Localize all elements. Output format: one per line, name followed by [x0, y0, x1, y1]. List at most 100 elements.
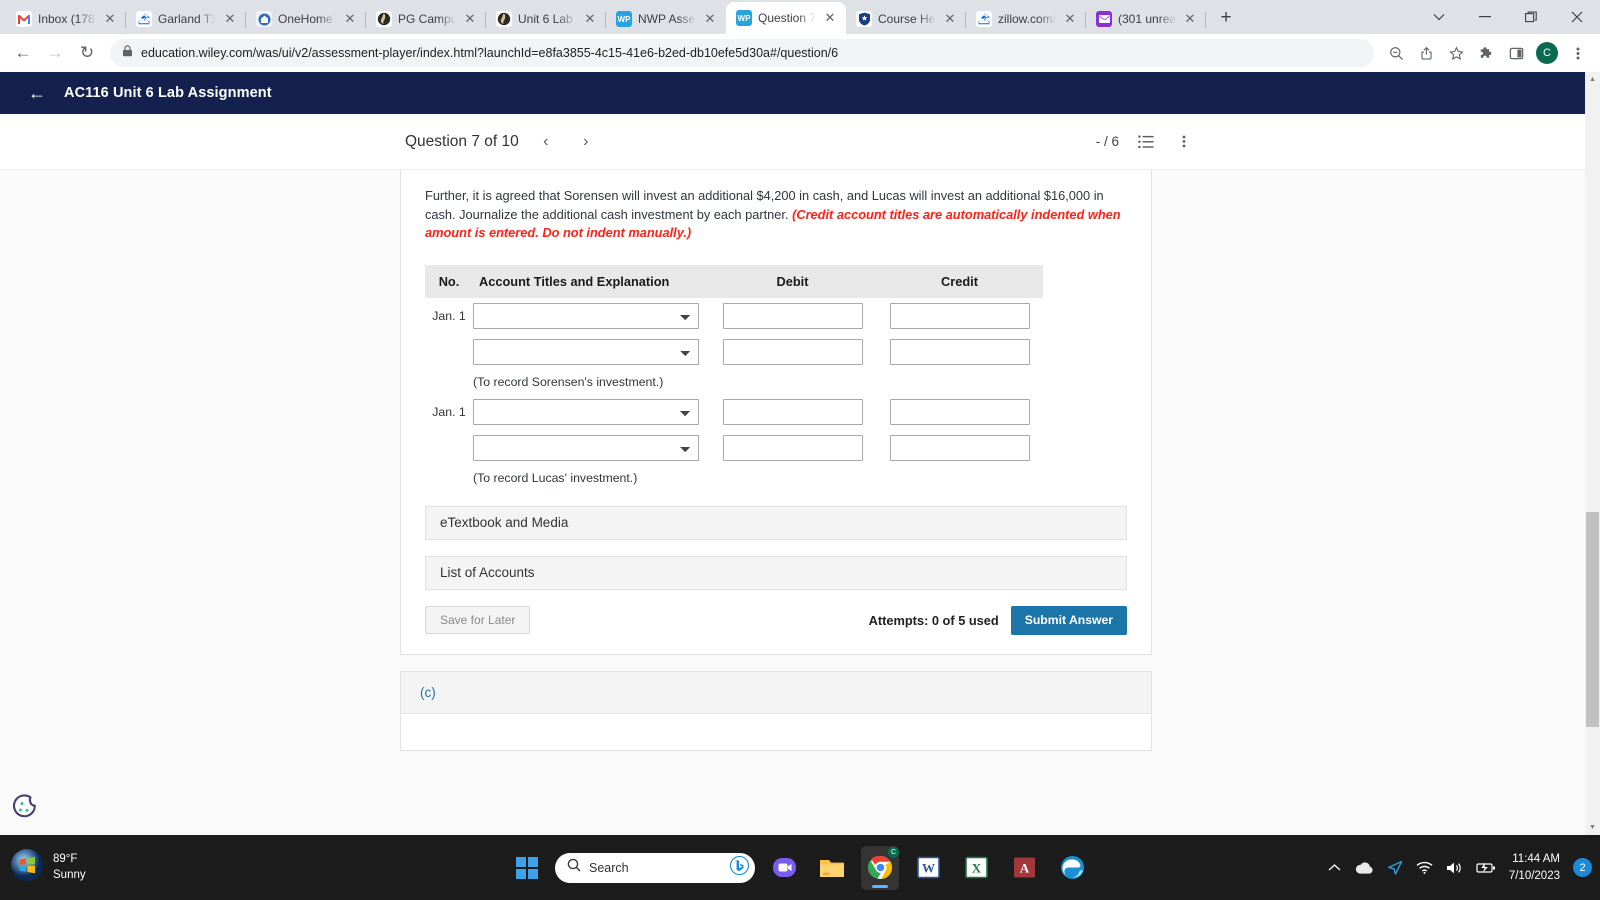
scroll-up-arrow-icon[interactable]: ▲ — [1585, 72, 1600, 87]
submit-answer-button[interactable]: Submit Answer — [1010, 605, 1127, 635]
wiley-icon: WP — [616, 11, 632, 27]
wifi-icon[interactable] — [1416, 861, 1433, 874]
account-title-select[interactable] — [473, 398, 699, 425]
taskbar-app-edge-icon[interactable] — [1053, 846, 1091, 890]
close-icon[interactable]: ✕ — [822, 10, 838, 26]
table-row — [425, 430, 1043, 466]
table-row: Jan. 1 — [425, 298, 1043, 334]
browser-tab[interactable]: WP NWP Assess ✕ — [606, 4, 726, 34]
close-icon[interactable]: ✕ — [1182, 11, 1198, 27]
close-icon[interactable]: ✕ — [102, 11, 118, 27]
browser-tab[interactable]: Course Hero ✕ — [846, 4, 966, 34]
etextbook-and-media-panel[interactable]: eTextbook and Media — [425, 505, 1127, 540]
credit-input[interactable] — [889, 338, 1030, 365]
taskbar-app-word-icon[interactable]: W — [909, 846, 947, 890]
close-icon[interactable]: ✕ — [342, 11, 358, 27]
close-icon[interactable]: ✕ — [582, 11, 598, 27]
account-cell — [473, 430, 709, 466]
list-of-accounts-panel[interactable]: List of Accounts — [425, 555, 1127, 590]
taskbar-search-box[interactable]: Search — [555, 852, 755, 883]
bing-chat-icon[interactable] — [729, 855, 750, 880]
browser-tab[interactable]: PG Campus ✕ — [366, 4, 486, 34]
vertical-scrollbar[interactable]: ▲ ▼ — [1585, 72, 1600, 835]
share-icon[interactable] — [1412, 39, 1440, 67]
windows-start-icon[interactable] — [509, 850, 545, 886]
question-more-menu-icon[interactable] — [1173, 131, 1195, 153]
table-note-row: (To record Lucas' investment.) — [425, 466, 1043, 490]
back-button[interactable]: ← — [8, 38, 38, 68]
save-for-later-button[interactable]: Save for Later — [425, 606, 531, 635]
extensions-puzzle-icon[interactable] — [1472, 39, 1500, 67]
debit-input[interactable] — [722, 434, 863, 461]
account-title-select[interactable] — [473, 338, 699, 365]
next-question-button[interactable]: › — [573, 129, 599, 155]
previous-question-button[interactable]: ‹ — [533, 129, 559, 155]
question-counter: Question 7 of 10 — [405, 132, 519, 150]
taskbar-app-teams-icon[interactable] — [765, 846, 803, 890]
forward-button[interactable]: → — [40, 38, 70, 68]
taskbar-app-file-explorer-icon[interactable] — [813, 846, 851, 890]
debit-input[interactable] — [722, 398, 863, 425]
credit-input[interactable] — [889, 398, 1030, 425]
browser-tab[interactable]: Garland TX R ✕ — [126, 4, 246, 34]
minimize-icon[interactable] — [1462, 0, 1508, 34]
chevron-up-icon[interactable] — [1328, 863, 1341, 872]
browser-tab-strip: Inbox (178) - ✕ Garland TX R ✕ OneHome™ … — [0, 0, 1600, 34]
debit-cell — [709, 334, 876, 370]
restore-icon[interactable] — [1508, 0, 1554, 34]
credit-cell — [876, 298, 1043, 334]
kebab-menu-icon[interactable] — [1564, 39, 1592, 67]
browser-tab[interactable]: Inbox (178) - ✕ — [6, 4, 126, 34]
browser-tab-active[interactable]: WP Question 7 o ✕ — [726, 2, 846, 34]
zoom-out-icon[interactable] — [1382, 39, 1410, 67]
account-title-select[interactable] — [473, 302, 699, 329]
sidebar-panel-icon[interactable] — [1502, 39, 1530, 67]
volume-icon[interactable] — [1446, 861, 1463, 875]
column-header-account: Account Titles and Explanation — [473, 264, 709, 298]
taskbar-app-excel-icon[interactable]: X — [957, 846, 995, 890]
close-icon[interactable]: ✕ — [942, 11, 958, 27]
credit-input[interactable] — [889, 434, 1030, 461]
svg-text:X: X — [971, 861, 981, 876]
chevron-down-icon[interactable] — [1416, 0, 1462, 34]
reload-button[interactable]: ↻ — [72, 38, 102, 68]
new-tab-button[interactable]: + — [1212, 4, 1240, 32]
cookie-consent-button[interactable] — [10, 792, 40, 827]
credit-input[interactable] — [889, 302, 1030, 329]
close-icon[interactable]: ✕ — [222, 11, 238, 27]
address-bar[interactable]: education.wiley.com/was/ui/v2/assessment… — [110, 39, 1374, 67]
close-icon[interactable]: ✕ — [462, 11, 478, 27]
notification-badge[interactable]: 2 — [1573, 858, 1592, 877]
debit-input[interactable] — [722, 338, 863, 365]
back-arrow-icon[interactable]: ← — [28, 84, 46, 102]
location-icon[interactable] — [1387, 860, 1403, 876]
browser-tab[interactable]: Unit 6 Lab A: ✕ — [486, 4, 606, 34]
part-c-header[interactable]: (c) — [401, 672, 1151, 714]
tab-title: Garland TX R — [158, 12, 216, 26]
browser-tab[interactable]: OneHome™ ✕ — [246, 4, 366, 34]
question-navigation-bar: Question 7 of 10 ‹ › - / 6 — [0, 114, 1600, 170]
page-viewport: ← AC116 Unit 6 Lab Assignment Question 7… — [0, 72, 1600, 835]
close-icon[interactable] — [1554, 0, 1600, 34]
list-view-icon[interactable] — [1135, 131, 1157, 153]
battery-icon[interactable] — [1476, 861, 1496, 874]
taskbar-app-access-icon[interactable]: A — [1005, 846, 1043, 890]
browser-tab[interactable]: zillow.com/d ✕ — [966, 4, 1086, 34]
browser-tab[interactable]: (301 unread) ✕ — [1086, 4, 1206, 34]
weather-widget[interactable]: 89°F Sunny — [0, 848, 300, 887]
window-controls — [1416, 0, 1600, 34]
onedrive-icon[interactable] — [1354, 861, 1374, 875]
taskbar-app-chrome-icon[interactable]: C — [861, 845, 899, 890]
account-cell — [473, 298, 709, 334]
profile-avatar[interactable]: C — [1536, 42, 1558, 64]
debit-input[interactable] — [722, 302, 863, 329]
address-bar-url: education.wiley.com/was/ui/v2/assessment… — [141, 46, 839, 60]
tab-title: NWP Assess — [638, 12, 696, 26]
close-icon[interactable]: ✕ — [1062, 11, 1078, 27]
close-icon[interactable]: ✕ — [702, 11, 718, 27]
scroll-down-arrow-icon[interactable]: ▼ — [1585, 820, 1600, 835]
scrollbar-thumb[interactable] — [1586, 512, 1599, 727]
account-title-select[interactable] — [473, 434, 699, 461]
taskbar-clock[interactable]: 11:44 AM 7/10/2023 — [1509, 851, 1560, 883]
bookmark-star-icon[interactable] — [1442, 39, 1470, 67]
